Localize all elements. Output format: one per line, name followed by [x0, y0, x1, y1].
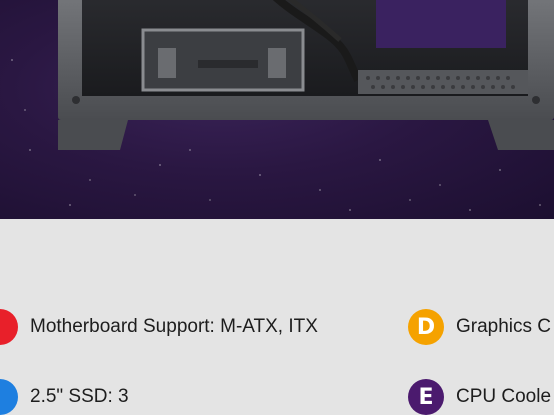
spec-d-badge-icon: D: [408, 309, 444, 345]
spec-label: CPU Coole: [456, 386, 552, 407]
spec-label: 2.5" SSD: 3: [30, 386, 129, 407]
spec-motherboard-support: Motherboard Support: M-ATX, ITX: [0, 309, 318, 345]
spec-a-badge-icon: [0, 309, 18, 345]
pc-case-illustration: [58, 0, 554, 150]
spec-graphics-card: D Graphics C: [408, 309, 551, 345]
hero-image: [0, 0, 554, 219]
spec-label: Motherboard Support: M-ATX, ITX: [30, 316, 318, 337]
spec-label: Graphics C: [456, 316, 552, 337]
